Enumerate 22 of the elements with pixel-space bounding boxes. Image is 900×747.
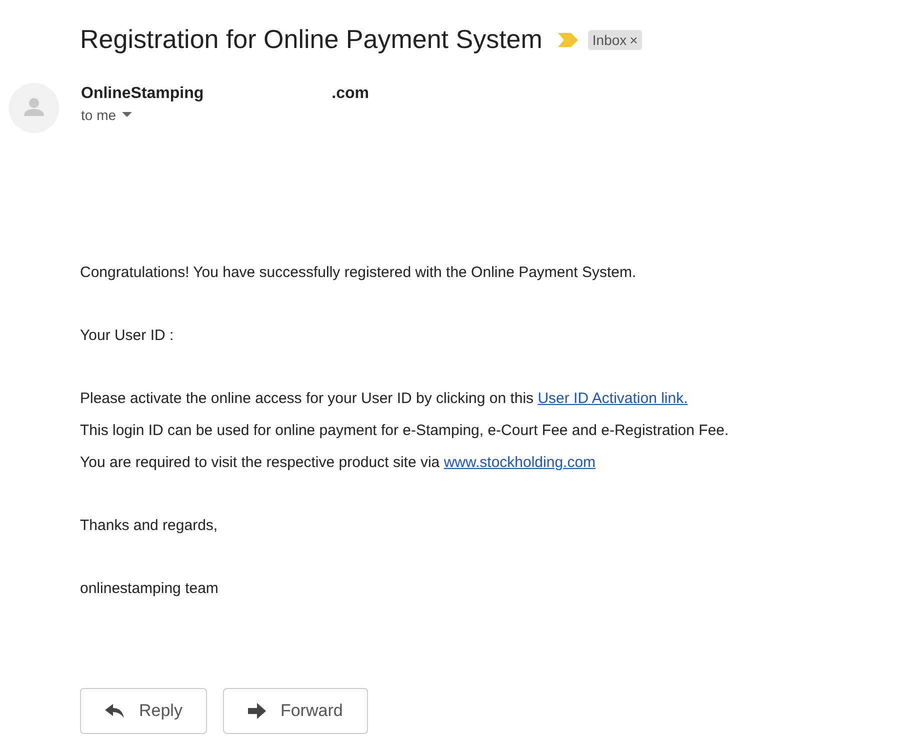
avatar-icon bbox=[9, 83, 59, 133]
recipient-dropdown[interactable]: to me bbox=[81, 107, 370, 123]
body-text: This login ID can be used for online payment for e-Stamping, e-Court Fee and e-Registration Fee. bbox=[80, 421, 730, 441]
body-text: Please activate the online access for your User ID by clicking on this User ID Activation link. bbox=[80, 389, 689, 409]
importance-marker-icon[interactable] bbox=[558, 32, 578, 46]
body-text: You are required to visit the respective product site via www.stockholding.com bbox=[80, 453, 597, 473]
remove-label-button[interactable]: × bbox=[630, 32, 638, 48]
body-text: Congratulations! You have successfully registered with the Online Payment System. bbox=[80, 263, 638, 283]
reply-arrow-icon bbox=[105, 703, 125, 719]
body-link[interactable]: www.stockholding.com bbox=[444, 454, 596, 471]
sender-domain: .com bbox=[332, 85, 370, 103]
body-text: onlinestamping team bbox=[80, 579, 220, 599]
reply-button[interactable]: Reply bbox=[80, 688, 208, 734]
forward-arrow-icon bbox=[248, 703, 266, 719]
forward-button[interactable]: Forward bbox=[223, 688, 368, 734]
body-link[interactable]: User ID Activation link. bbox=[538, 390, 688, 407]
label-text: Inbox bbox=[592, 32, 627, 48]
body-text: Your User ID : bbox=[80, 326, 175, 346]
body-text: Thanks and regards, bbox=[80, 516, 219, 536]
sender-name: OnlineStamping bbox=[81, 85, 204, 103]
caret-icon bbox=[122, 112, 132, 118]
email-subject: Registration for Online Payment System bbox=[80, 24, 542, 55]
